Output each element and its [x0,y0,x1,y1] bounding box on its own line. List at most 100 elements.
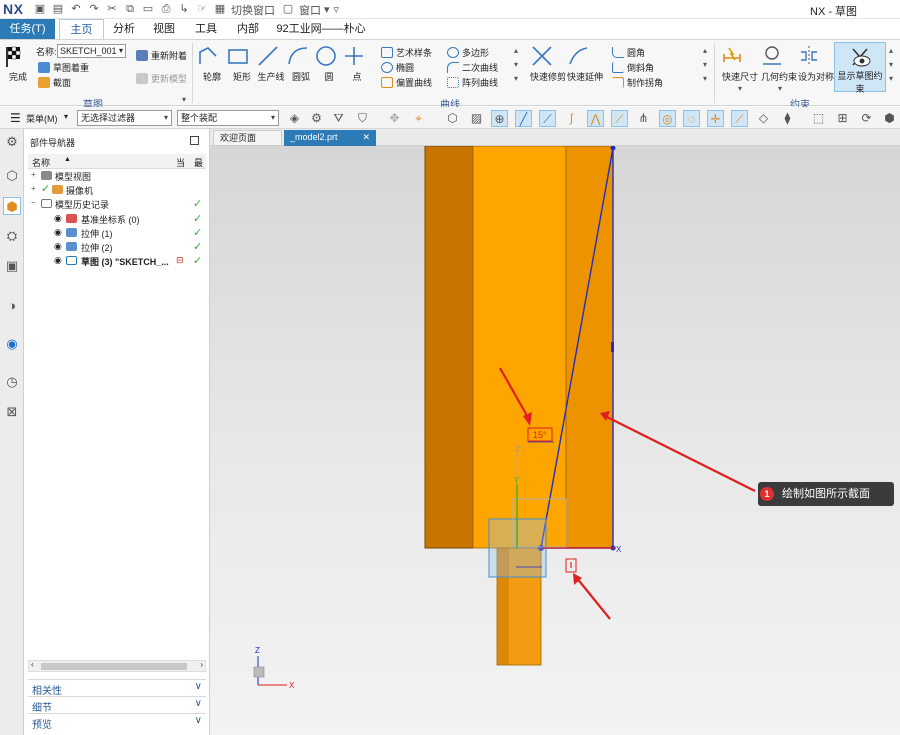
globe-icon[interactable]: ◉ [3,335,21,353]
reuse-library-icon[interactable]: ⛭ [3,227,21,245]
touch-mode-icon[interactable]: ☞ [195,3,209,16]
redo-icon[interactable]: ↷ [87,3,101,16]
sort-ascending-icon[interactable]: ▲ [64,156,71,163]
offset-curve-button[interactable]: 偏置曲线 [381,76,432,89]
conic-button[interactable]: 二次曲线 [447,61,498,74]
snap-point-toggle-icon[interactable]: ⊕ [491,110,508,127]
tab-welcome-page[interactable]: 欢迎页面 [213,130,282,146]
point-snap-icon[interactable]: ⌖ [410,110,427,127]
reattach-button[interactable]: 重新附着 [136,49,187,62]
dependencies-section[interactable]: 相关性 ∨ [28,679,206,697]
profile-button[interactable]: 轮廓 [196,44,228,83]
visibility-eye-icon[interactable]: ◉ [54,241,62,252]
visibility-eye-icon[interactable]: ◉ [54,213,62,224]
paste-icon[interactable]: ▭ [141,3,155,16]
control-point-icon[interactable]: ʃ [563,110,580,127]
save-icon[interactable]: ▣ [33,3,47,16]
point-on-surface-icon[interactable]: ⟋ [731,110,748,127]
menu-dropdown-icon[interactable]: ▾ [64,112,68,121]
tab-tools[interactable]: 工具 [190,19,222,39]
fillet-button[interactable]: 圆角 [612,46,645,59]
history-clock-icon[interactable]: ◷ [3,373,21,391]
rapid-dimension-button[interactable]: 快速尺寸 [720,44,760,83]
view-orientation-icon[interactable]: ⧫ [779,110,796,127]
line-button[interactable]: 生产线 [256,44,286,83]
rotate-view-icon[interactable]: ⟳ [858,110,875,127]
intersection-point-icon[interactable]: ⋀ [587,110,604,127]
graphics-viewport[interactable]: Y Z X 15° Z X [210,146,900,735]
point-on-curve-icon[interactable]: ✛ [707,110,724,127]
filter-icon[interactable]: ⛛ [330,110,347,127]
details-section[interactable]: 细节 ∨ [28,696,206,714]
select-features-icon[interactable]: ◈ [286,110,303,127]
close-icon[interactable]: ✕ [362,130,370,145]
collapse-icon[interactable]: − [31,198,36,207]
finish-button[interactable]: 完成 [2,44,34,83]
tab-task[interactable]: 任务(T) [0,19,55,39]
tab-internal[interactable]: 内部 [232,19,264,39]
switch-window-button[interactable]: 切换窗口 [231,2,275,18]
rectangle-button[interactable]: 矩形 [226,44,258,83]
studio-spline-button[interactable]: 艺术样条 [381,46,432,59]
orient-sketch-button[interactable]: 草图着重 [38,61,89,74]
tab-92-industry[interactable]: 92工业网——朴心 [276,19,366,39]
gear-icon[interactable]: ⚙ [3,133,21,151]
arc-center-icon[interactable]: ⟋ [611,110,628,127]
geometric-constraints-button[interactable]: 几何约束 [760,44,798,83]
part-navigator-icon[interactable]: ⬢ [3,197,21,215]
constraint-gallery-scroll-icon[interactable]: ▴ ▾ ▾ [889,44,893,86]
update-model-button[interactable]: 更新模型 [136,72,187,85]
visibility-eye-icon[interactable]: ◉ [54,227,62,238]
pattern-curve-button[interactable]: 阵列曲线 [447,76,498,89]
model-canvas[interactable]: Y Z X 15° Z X [210,146,900,735]
column-latest[interactable]: 最 [194,156,203,169]
fit-view-icon[interactable]: ⬚ [810,110,827,127]
scroll-left-icon[interactable]: ‹ [31,660,34,669]
angle-dimension-value[interactable]: 15° [533,430,547,440]
expand-icon[interactable]: + [31,170,36,179]
make-symmetric-button[interactable]: 设为对称 [797,44,835,83]
tab-analysis[interactable]: 分析 [108,19,140,39]
tab-model2-prt[interactable]: _model2.prt ✕ [284,130,376,146]
tab-view[interactable]: 视图 [148,19,180,39]
undo-icon[interactable]: ↶ [69,3,83,16]
quick-extend-button[interactable]: 快速延伸 [567,44,603,83]
zoom-icon[interactable]: ⊞ [834,110,851,127]
geometric-constraints-dropdown-icon[interactable]: ▾ [778,84,782,93]
quick-trim-button[interactable]: 快速修剪 [530,44,566,83]
chamfer-button[interactable]: 倒斜角 [612,61,654,74]
corner-gallery-scroll-icon[interactable]: ▴ ▾ ▾ [703,44,707,86]
save-all-icon[interactable]: ▤ [51,3,65,16]
repeat-command-icon[interactable]: ↳ [177,3,191,16]
tree-node-extrude-1[interactable]: ◉ 拉伸 (1) ✓ [28,226,206,240]
scrollbar-thumb[interactable] [41,663,187,670]
snap-off-icon[interactable]: ✥ [386,110,403,127]
polygon-button[interactable]: 多边形 [447,46,489,59]
column-name[interactable]: 名称 [32,156,50,169]
tangent-point-icon[interactable]: ⋔ [635,110,652,127]
hd3d-tools-icon[interactable]: ▣ [3,257,21,275]
customize-quick-access-icon[interactable]: ▿ [334,3,340,16]
horizontal-scrollbar[interactable]: ‹ › [28,660,206,672]
tree-node-model-views[interactable]: + 模型视图 [28,169,206,183]
menu-hamburger-icon[interactable]: ☰ [10,111,21,125]
tab-home[interactable]: 主页 [59,19,104,39]
render-style-icon[interactable]: ⬢ [881,110,898,127]
snap-settings-icon[interactable]: ◇ [755,110,772,127]
visibility-eye-icon[interactable]: ◉ [54,255,62,266]
scroll-right-icon[interactable]: › [200,660,203,669]
ellipse-button[interactable]: 椭圆 [381,61,414,74]
sketch-group-more-icon[interactable]: ▾ [182,95,186,104]
block-left-face[interactable] [424,146,474,549]
end-point-icon[interactable]: ╱ [515,110,532,127]
cut-icon[interactable]: ✂ [105,3,119,16]
rapid-dimension-dropdown-icon[interactable]: ▾ [738,84,742,93]
print-icon[interactable]: ⎙ [159,3,173,16]
assembly-navigator-icon[interactable]: ⬡ [3,167,21,185]
window-menu-button[interactable]: 窗口 [299,2,321,18]
make-corner-button[interactable]: 制作拐角 [612,76,663,89]
tree-node-extrude-2[interactable]: ◉ 拉伸 (2) ✓ [28,240,206,254]
copy-icon[interactable]: ⧉ [123,3,137,16]
menu-button[interactable]: 菜单(M) [26,112,58,125]
existing-point-icon[interactable]: ◌ [683,110,700,127]
